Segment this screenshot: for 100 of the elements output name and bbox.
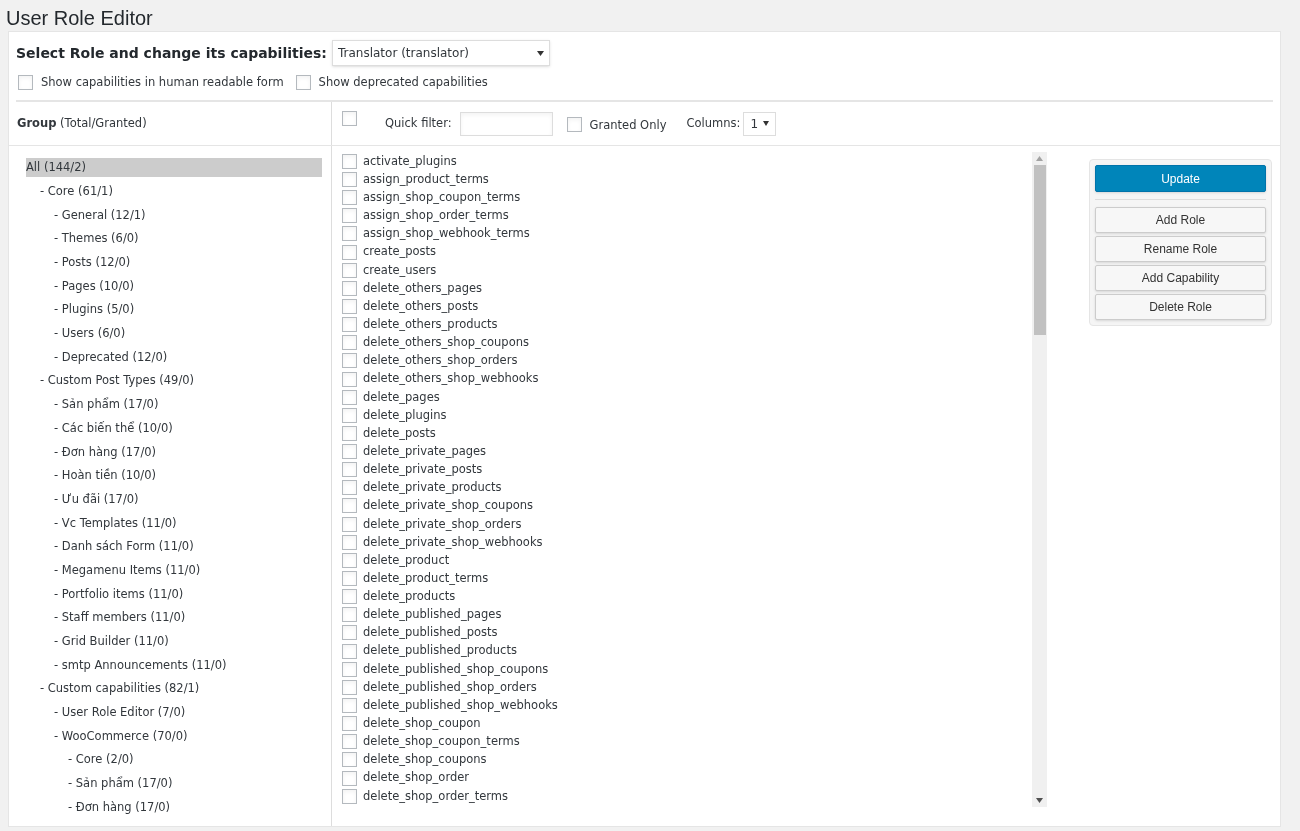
checkbox[interactable] — [342, 262, 357, 278]
checkbox[interactable] — [342, 698, 357, 714]
tree-item[interactable]: - Sản phẩm (17/0) — [26, 774, 322, 794]
tree-item[interactable]: - Sản phẩm (17/0) — [26, 395, 322, 415]
tree-item[interactable]: - Pages (10/0) — [26, 276, 322, 296]
scroll-up-icon[interactable] — [1036, 156, 1043, 162]
capability-label: delete_plugins — [363, 406, 447, 424]
dropdown-caret-icon — [536, 50, 544, 56]
capability-label: delete_others_shop_coupons — [363, 334, 529, 352]
tree-item[interactable]: - Deprecated (12/0) — [26, 347, 322, 367]
tree-item[interactable]: - Custom Post Types (49/0) — [26, 371, 322, 391]
capability-label: delete_products — [363, 588, 456, 606]
checkbox[interactable] — [342, 111, 357, 127]
tree-item[interactable]: - Posts (12/0) — [26, 253, 322, 272]
tree-item[interactable]: - Danh sách Form (11/0) — [26, 537, 322, 557]
capability-label: delete_others_products — [363, 315, 498, 333]
tree-item[interactable]: - Đơn hàng (17/0) — [26, 442, 322, 462]
tree-item[interactable]: - WooCommerce (70/0) — [26, 726, 322, 746]
capability-label: delete_shop_order_terms — [363, 787, 509, 805]
checkbox[interactable] — [342, 208, 357, 224]
columns-select[interactable]: 1 — [743, 111, 777, 136]
checkbox[interactable] — [342, 317, 357, 333]
checkbox[interactable] — [342, 534, 357, 550]
checkbox[interactable] — [566, 117, 582, 133]
quick-filter-field[interactable] — [459, 111, 553, 136]
capability-label: delete_private_shop_webhooks — [363, 533, 543, 551]
checkbox[interactable] — [342, 298, 357, 314]
checkbox[interactable] — [342, 716, 357, 732]
capability-label: create_users — [363, 261, 437, 279]
scrollbar[interactable] — [1032, 152, 1047, 808]
checkbox[interactable] — [295, 75, 311, 91]
checkbox[interactable] — [342, 752, 357, 768]
scrollbar-thumb[interactable] — [1033, 165, 1046, 336]
tree-item[interactable]: - Hoàn tiền (10/0) — [26, 466, 322, 486]
capability-label: delete_private_shop_orders — [363, 515, 522, 533]
checkbox[interactable] — [342, 788, 357, 804]
tree-item[interactable]: - Grid Builder (11/0) — [26, 632, 322, 651]
checkbox[interactable] — [342, 625, 357, 641]
checkbox[interactable] — [342, 171, 357, 187]
option-label: Show capabilities in human readable form — [41, 74, 284, 91]
capability-label: delete_shop_order — [363, 769, 469, 787]
capability-label: delete_others_pages — [363, 279, 483, 297]
checkbox[interactable] — [342, 661, 357, 677]
capability-label: delete_posts — [363, 424, 436, 442]
checkbox[interactable] — [342, 498, 357, 514]
checkbox[interactable] — [342, 407, 357, 423]
capability-label: assign_shop_webhook_terms — [363, 225, 530, 243]
checkbox[interactable] — [342, 480, 357, 496]
checkbox[interactable] — [342, 643, 357, 659]
tree-item[interactable]: - smtp Announcements (11/0) — [26, 655, 322, 675]
checkbox[interactable] — [18, 75, 33, 91]
tree-item[interactable]: - Ưu đãi (17/0) — [26, 489, 322, 509]
capability-label: delete_product_terms — [363, 569, 489, 587]
checkbox[interactable] — [342, 734, 357, 750]
action-button[interactable]: Add Role — [1095, 207, 1266, 234]
tree-item[interactable]: - Các biến thể (10/0) — [26, 418, 322, 438]
action-button[interactable]: Rename Role — [1095, 236, 1266, 263]
checkbox[interactable] — [342, 770, 357, 786]
checkbox[interactable] — [342, 679, 357, 695]
tree-item[interactable]: - Core (61/1) — [26, 181, 322, 201]
tree-item[interactable]: - Portfolio items (11/0) — [26, 584, 322, 604]
checkbox[interactable] — [342, 571, 357, 587]
tree-item[interactable]: - Plugins (5/0) — [26, 300, 322, 320]
page-title: User Role Editor — [6, 6, 154, 31]
capability-label: activate_plugins — [363, 152, 457, 170]
checkbox[interactable] — [342, 552, 357, 568]
tree-item[interactable]: - Custom capabilities (82/1) — [26, 679, 322, 699]
checkbox[interactable] — [342, 244, 357, 260]
tree-item[interactable]: - Megamenu Items (11/0) — [26, 560, 322, 580]
checkbox[interactable] — [342, 371, 357, 387]
checkbox[interactable] — [342, 389, 357, 405]
checkbox[interactable] — [342, 190, 357, 206]
tree-item[interactable]: - User Role Editor (7/0) — [26, 703, 322, 723]
checkbox[interactable] — [342, 353, 357, 369]
tree-item[interactable]: - Users (6/0) — [26, 324, 322, 344]
capability-label: delete_published_shop_coupons — [363, 660, 549, 678]
checkbox[interactable] — [342, 153, 357, 169]
tree-item[interactable]: - Staff members (11/0) — [26, 608, 322, 628]
tree-item[interactable]: - Core (2/0) — [26, 750, 322, 770]
checkbox[interactable] — [342, 335, 357, 351]
tree-item[interactable]: - Vc Templates (11/0) — [26, 513, 322, 533]
scroll-down-icon[interactable] — [1036, 798, 1043, 804]
action-button[interactable]: Delete Role — [1095, 294, 1266, 321]
checkbox[interactable] — [342, 444, 357, 460]
capability-label: delete_private_products — [363, 479, 502, 497]
capability-label: delete_others_posts — [363, 297, 479, 315]
action-button[interactable]: Add Capability — [1095, 265, 1266, 292]
update-button[interactable]: Update — [1095, 165, 1266, 193]
checkbox[interactable] — [342, 226, 357, 242]
checkbox[interactable] — [342, 516, 357, 532]
checkbox[interactable] — [342, 462, 357, 478]
tree-item[interactable]: All (144/2) — [26, 158, 322, 178]
tree-item[interactable]: - Themes (6/0) — [26, 229, 322, 249]
tree-item[interactable]: - Đơn hàng (17/0) — [26, 797, 322, 817]
checkbox[interactable] — [342, 607, 357, 623]
role-select[interactable]: Translator (translator) — [331, 40, 550, 66]
checkbox[interactable] — [342, 280, 357, 296]
checkbox[interactable] — [342, 589, 357, 605]
tree-item[interactable]: - General (12/1) — [26, 205, 322, 225]
checkbox[interactable] — [342, 425, 357, 441]
